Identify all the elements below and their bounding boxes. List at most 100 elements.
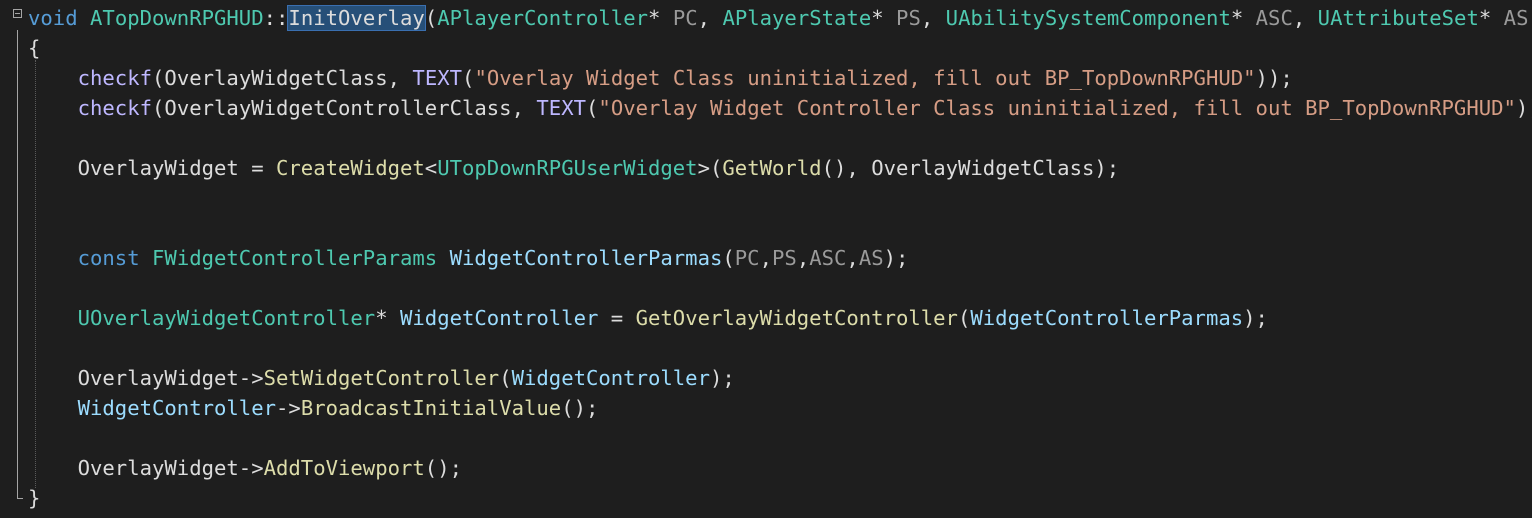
code-token: ); — [883, 246, 909, 270]
code-token: , — [759, 246, 772, 270]
code-token: >( — [697, 156, 723, 180]
code-token: , — [920, 6, 946, 30]
code-line[interactable]: checkf(OverlayWidgetClass, TEXT("Overlay… — [28, 63, 1293, 93]
code-token: UAttributeSet — [1317, 6, 1479, 30]
code-token: const — [77, 246, 140, 270]
code-token: PS — [896, 6, 921, 30]
code-token: :: — [263, 6, 289, 30]
code-token: "Overlay Widget Class uninitialized, fil… — [474, 66, 1256, 90]
code-token: WidgetControllerParmas — [970, 306, 1244, 330]
code-token: WidgetController — [77, 396, 276, 420]
code-token: PC — [734, 246, 760, 270]
collapse-toggle-icon[interactable] — [13, 9, 22, 18]
code-token: ( — [722, 246, 735, 270]
code-line[interactable]: } — [28, 483, 40, 513]
code-token: = — [238, 156, 276, 180]
code-token: FWidgetControllerParams — [152, 246, 438, 270]
code-token: )); — [1255, 66, 1293, 90]
code-token: , — [796, 246, 810, 270]
code-token: "Overlay Widget Controller Class uniniti… — [598, 96, 1516, 120]
code-token: checkf — [77, 96, 153, 120]
code-line[interactable]: WidgetController->BroadcastInitialValue(… — [28, 393, 599, 423]
code-token: UAbilitySystemComponent — [945, 6, 1231, 30]
code-token: * — [871, 6, 897, 30]
code-token: SetWidgetController — [263, 366, 500, 390]
code-line[interactable]: OverlayWidget->SetWidgetController(Widge… — [28, 363, 735, 393]
code-token: AS — [858, 246, 884, 270]
code-token: CreateWidget — [276, 156, 425, 180]
indent-guide — [35, 60, 36, 488]
code-editor[interactable]: void ATopDownRPGHUD::InitOverlay(APlayer… — [0, 0, 1532, 518]
code-token: { — [28, 36, 41, 60]
code-token: APlayerState — [722, 6, 872, 30]
code-token: ); — [1243, 306, 1268, 330]
fold-region-line — [17, 30, 18, 498]
code-token: , — [387, 66, 413, 90]
code-token: checkf — [77, 66, 153, 90]
code-token: , — [697, 6, 723, 30]
code-line[interactable]: OverlayWidget->AddToViewport(); — [28, 453, 462, 483]
code-token: ATopDownRPGHUD — [90, 6, 264, 30]
code-token: -> — [238, 366, 264, 390]
code-token: * — [648, 6, 673, 30]
code-token: UTopDownRPGUserWidget — [437, 156, 698, 180]
code-token: ( — [424, 6, 438, 30]
code-line[interactable]: void ATopDownRPGHUD::InitOverlay(APlayer… — [28, 3, 1532, 33]
code-line[interactable]: UOverlayWidgetController* WidgetControll… — [28, 303, 1268, 333]
code-token: * — [1478, 6, 1504, 30]
code-token: ( — [152, 66, 165, 90]
code-token: , — [1292, 6, 1318, 30]
code-token: PC — [672, 6, 698, 30]
code-token: OverlayWidget — [77, 366, 239, 390]
code-token: (); — [424, 456, 462, 480]
code-token: OverlayWidget — [77, 456, 239, 480]
code-token: < — [424, 156, 438, 180]
code-token: = — [598, 306, 636, 330]
code-token: OverlayWidgetClass — [164, 66, 388, 90]
code-token: WidgetController — [400, 306, 599, 330]
code-token: void — [28, 6, 78, 30]
code-token: ( — [462, 66, 475, 90]
code-token: ); — [1094, 156, 1120, 180]
code-token: (); — [561, 396, 599, 420]
code-token: WidgetController — [511, 366, 710, 390]
code-token: OverlayWidgetControllerClass — [164, 96, 512, 120]
code-token: TEXT — [536, 96, 587, 120]
code-token: -> — [276, 396, 301, 420]
code-token: ASC — [809, 246, 847, 270]
code-token: -> — [238, 456, 264, 480]
code-token: GetOverlayWidgetController — [635, 306, 958, 330]
fold-region-end — [17, 498, 23, 499]
code-token: PS — [772, 246, 797, 270]
code-token: BroadcastInitialValue — [300, 396, 562, 420]
code-token: InitOverlay — [287, 5, 426, 31]
code-line[interactable]: { — [28, 33, 40, 63]
code-token: AS — [1503, 6, 1529, 30]
code-token: , — [846, 246, 859, 270]
code-token: * — [375, 306, 400, 330]
code-token: OverlayWidget — [77, 156, 239, 180]
code-token: * — [1230, 6, 1256, 30]
code-line[interactable]: checkf(OverlayWidgetControllerClass, TEX… — [28, 93, 1532, 123]
code-line[interactable]: OverlayWidget = CreateWidget<UTopDownRPG… — [28, 153, 1120, 183]
code-token: ) — [1528, 6, 1532, 30]
code-token: ( — [152, 96, 165, 120]
code-token: APlayerController — [437, 6, 648, 30]
code-token: WidgetControllerParmas — [449, 246, 723, 270]
code-token: ( — [957, 306, 971, 330]
code-token: OverlayWidgetClass — [871, 156, 1095, 180]
code-token: UOverlayWidgetController — [77, 306, 376, 330]
code-token: ( — [586, 96, 599, 120]
code-token: ASC — [1255, 6, 1293, 30]
code-line[interactable]: const FWidgetControllerParams WidgetCont… — [28, 243, 909, 273]
